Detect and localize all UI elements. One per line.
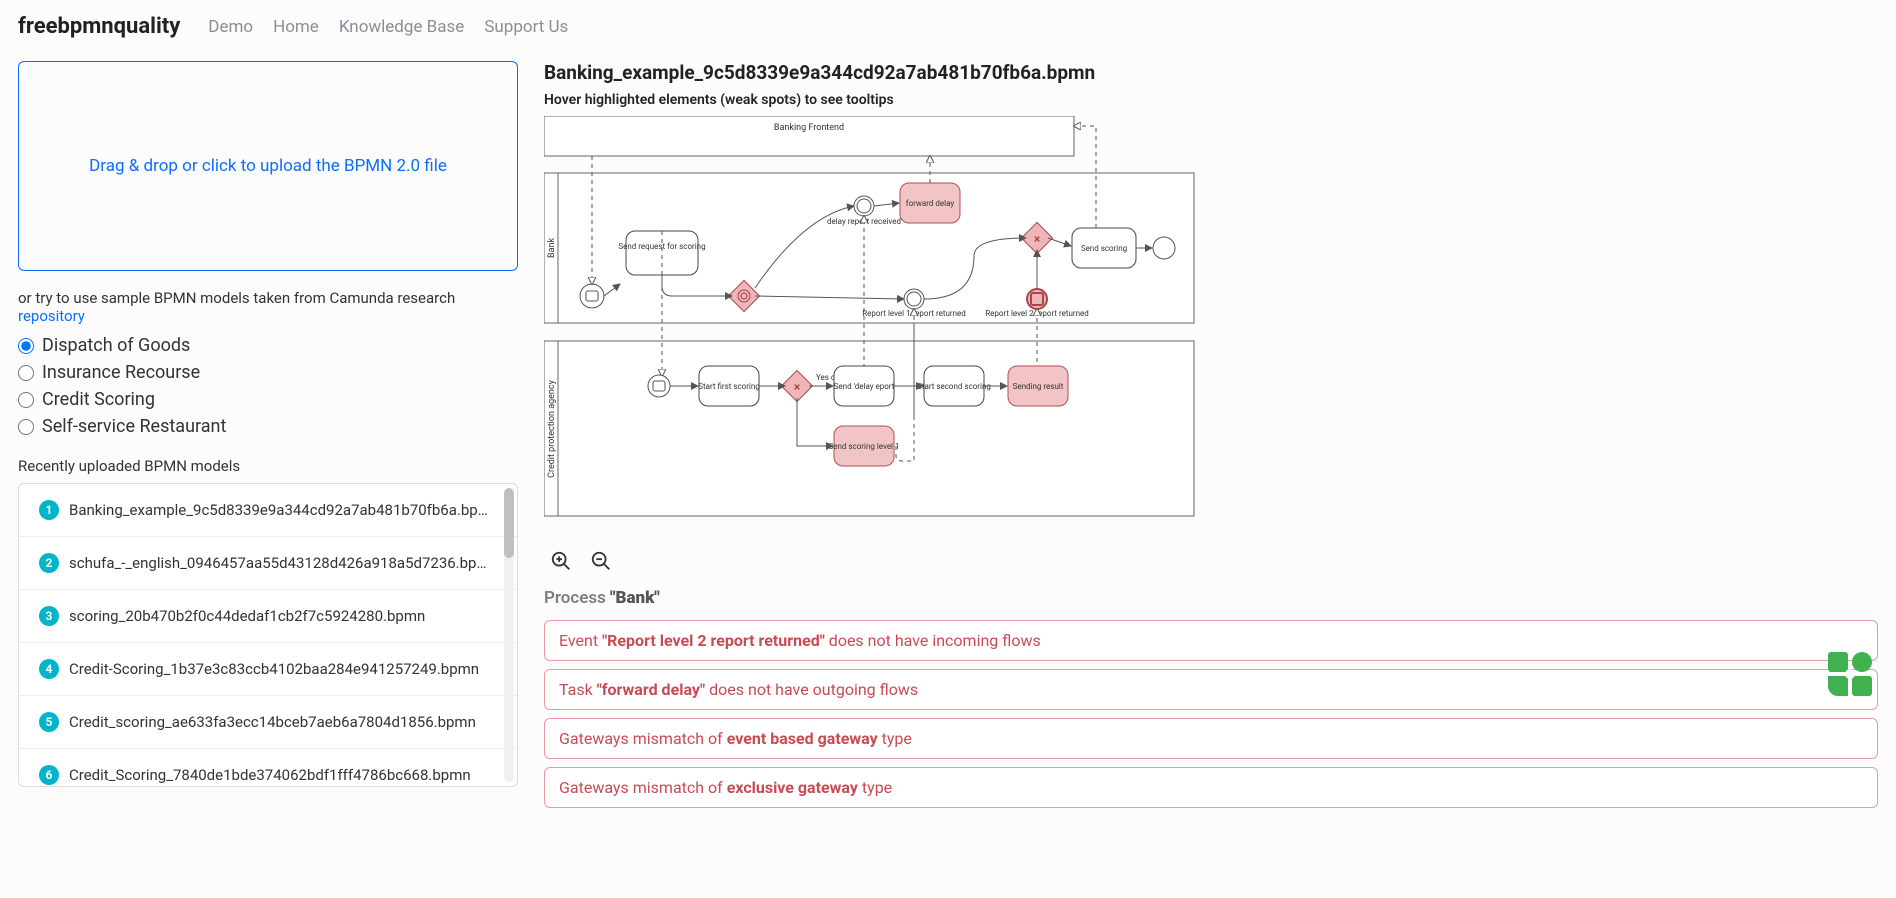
recent-heading: Recently uploaded BPMN models — [18, 457, 518, 475]
radio-input[interactable] — [18, 419, 34, 435]
hover-hint: Hover highlighted elements (weak spots) … — [544, 92, 1878, 108]
radio-input[interactable] — [18, 338, 34, 354]
pool-frontend-label: Banking Frontend — [774, 123, 844, 133]
radio-label: Credit Scoring — [42, 389, 155, 410]
svg-text:×: × — [1034, 232, 1040, 246]
scrollbar-thumb[interactable] — [504, 488, 514, 558]
bpmn-diagram[interactable]: Banking Frontend Bank Credit protection … — [544, 116, 1878, 536]
radio-self-service-restaurant[interactable]: Self-service Restaurant — [18, 416, 518, 437]
recent-item[interactable]: 6 Credit_Scoring_7840de1bde374062bdf1fff… — [19, 749, 517, 787]
radio-label: Dispatch of Goods — [42, 335, 190, 356]
recent-badge: 6 — [39, 765, 59, 785]
recent-badge: 2 — [39, 553, 59, 573]
brand[interactable]: freebpmnquality — [18, 14, 180, 39]
svg-text:Start second scoring: Start second scoring — [917, 382, 991, 391]
radio-input[interactable] — [18, 392, 34, 408]
pool-bank-label: Bank — [547, 238, 557, 258]
svg-text:Send scoring: Send scoring — [1081, 244, 1127, 253]
radio-insurance-recourse[interactable]: Insurance Recourse — [18, 362, 518, 383]
radio-input[interactable] — [18, 365, 34, 381]
navbar: freebpmnquality Demo Home Knowledge Base… — [0, 0, 1896, 53]
recent-item[interactable]: 3 scoring_20b470b2f0c44dedaf1cb2f7c59242… — [19, 590, 517, 643]
nav-demo[interactable]: Demo — [208, 17, 253, 37]
task-send-request[interactable] — [626, 231, 698, 275]
radio-credit-scoring[interactable]: Credit Scoring — [18, 389, 518, 410]
floating-logo-icon[interactable] — [1826, 650, 1874, 698]
recent-item[interactable]: 2 schufa_-_english_0946457aa55d43128d426… — [19, 537, 517, 590]
recent-item[interactable]: 4 Credit-Scoring_1b37e3c83ccb4102baa284e… — [19, 643, 517, 696]
svg-text:Send scoring level 1: Send scoring level 1 — [829, 442, 900, 451]
nav-home[interactable]: Home — [273, 17, 319, 37]
svg-text:Start first scoring: Start first scoring — [698, 382, 760, 391]
svg-text:Send 'delay eport: Send 'delay eport — [834, 382, 895, 391]
recent-label: Banking_example_9c5d8339e9a344cd92a7ab48… — [69, 501, 497, 519]
zoom-out-icon[interactable] — [590, 550, 612, 572]
warning-item[interactable]: Gateways mismatch of event based gateway… — [544, 718, 1878, 759]
recent-badge: 3 — [39, 606, 59, 626]
sample-repository-link[interactable]: repository — [18, 307, 85, 325]
svg-text:Sending result: Sending result — [1013, 382, 1064, 391]
warning-item[interactable]: Event "Report level 2 report returned" d… — [544, 620, 1878, 661]
radio-label: Insurance Recourse — [42, 362, 200, 383]
recent-badge: 1 — [39, 500, 59, 520]
warning-item[interactable]: Task "forward delay" does not have outgo… — [544, 669, 1878, 710]
sample-hint: or try to use sample BPMN models taken f… — [18, 289, 518, 325]
recent-item[interactable]: 1 Banking_example_9c5d8339e9a344cd92a7ab… — [19, 484, 517, 537]
sample-radios: Dispatch of Goods Insurance Recourse Cre… — [18, 335, 518, 437]
radio-dispatch-of-goods[interactable]: Dispatch of Goods — [18, 335, 518, 356]
warning-list: Event "Report level 2 report returned" d… — [544, 620, 1878, 808]
recent-label: Credit_Scoring_7840de1bde374062bdf1fff47… — [69, 766, 471, 784]
process-label: Process "Bank" — [544, 588, 1878, 608]
recent-list[interactable]: 1 Banking_example_9c5d8339e9a344cd92a7ab… — [18, 483, 518, 787]
bpmn-svg: Banking Frontend Bank Credit protection … — [544, 116, 1204, 536]
recent-label: scoring_20b470b2f0c44dedaf1cb2f7c5924280… — [69, 607, 425, 625]
radio-label: Self-service Restaurant — [42, 416, 226, 437]
recent-badge: 4 — [39, 659, 59, 679]
svg-text:forward delay: forward delay — [906, 199, 955, 208]
recent-label: schufa_-_english_0946457aa55d43128d426a9… — [69, 554, 497, 572]
recent-label: Credit_scoring_ae633fa3ecc14bceb7aeb6a78… — [69, 713, 476, 731]
zoom-in-icon[interactable] — [550, 550, 572, 572]
warning-item[interactable]: Gateways mismatch of exclusive gateway t… — [544, 767, 1878, 808]
pool-agency-label: Credit protection agency — [547, 379, 557, 477]
end-event-bank[interactable] — [1153, 237, 1175, 259]
pool-frontend[interactable] — [544, 116, 1074, 156]
upload-text: Drag & drop or click to upload the BPMN … — [89, 156, 447, 176]
svg-text:×: × — [794, 380, 800, 394]
recent-badge: 5 — [39, 712, 59, 732]
nav-kb[interactable]: Knowledge Base — [339, 17, 464, 37]
upload-dropzone[interactable]: Drag & drop or click to upload the BPMN … — [18, 61, 518, 271]
recent-label: Credit-Scoring_1b37e3c83ccb4102baa284e94… — [69, 660, 479, 678]
file-title: Banking_example_9c5d8339e9a344cd92a7ab48… — [544, 61, 1878, 84]
recent-item[interactable]: 5 Credit_scoring_ae633fa3ecc14bceb7aeb6a… — [19, 696, 517, 749]
nav-support[interactable]: Support Us — [484, 17, 568, 37]
